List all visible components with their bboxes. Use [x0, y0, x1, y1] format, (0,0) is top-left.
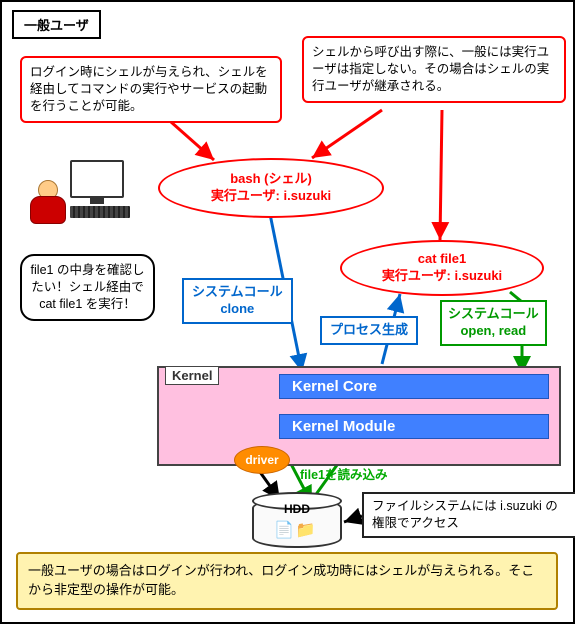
- cat-user: 実行ユーザ: i.suzuki: [382, 268, 502, 285]
- callout-shell-login: ログイン時にシェルが与えられ、シェルを経由してコマンドの実行やサービスの起動を行…: [20, 56, 282, 123]
- kernel-box: Kernel Kernel Core Kernel Module: [157, 366, 561, 466]
- box-syscall-clone: システムコール clone: [182, 278, 293, 324]
- read-file-label: file1を読み込み: [300, 464, 388, 483]
- box-process-gen: プロセス生成: [320, 316, 418, 345]
- diagram-canvas: 一般ユーザ ログイン時にシェルが与えられ、シェルを経由してコマンドの実行やサービ…: [0, 0, 575, 624]
- cat-title: cat file1: [418, 251, 466, 268]
- user-computer-icon: [22, 160, 142, 240]
- callout-invoke-user: シェルから呼び出す際に、一般には実行ユーザは指定しない。その場合はシェルの実行ユ…: [302, 36, 566, 103]
- syscall-clone-l2: clone: [192, 301, 283, 318]
- thought-bubble: file1 の中身を確認したい！シェル経由で cat file1 を実行！: [20, 254, 155, 321]
- person-icon: [28, 180, 66, 228]
- bash-title: bash (シェル): [230, 171, 312, 188]
- kernel-core: Kernel Core: [279, 374, 549, 399]
- hdd-icon: HDD 📄📁: [252, 492, 342, 550]
- syscall-open-l1: システムコール: [448, 306, 539, 323]
- syscall-open-l2: open, read: [448, 323, 539, 340]
- kernel-label: Kernel: [165, 366, 219, 385]
- node-bash-shell: bash (シェル) 実行ユーザ: i.suzuki: [158, 158, 384, 218]
- keyboard-icon: [70, 206, 130, 218]
- syscall-clone-l1: システムコール: [192, 284, 283, 301]
- summary-box: 一般ユーザの場合はログインが行われ、ログイン成功時にはシェルが与えられる。そこか…: [16, 552, 558, 610]
- bash-user: 実行ユーザ: i.suzuki: [211, 188, 331, 205]
- driver-node: driver: [234, 446, 290, 474]
- monitor-icon: [70, 160, 124, 198]
- box-syscall-open: システムコール open, read: [440, 300, 547, 346]
- title-box: 一般ユーザ: [12, 10, 101, 39]
- node-cat-process: cat file1 実行ユーザ: i.suzuki: [340, 240, 544, 296]
- kernel-module: Kernel Module: [279, 414, 549, 439]
- hdd-label: HDD: [252, 502, 342, 516]
- hdd-files-icon: 📄📁: [274, 520, 318, 540]
- fs-access-note: ファイルシステムには i.suzuki の権限でアクセス: [362, 492, 575, 538]
